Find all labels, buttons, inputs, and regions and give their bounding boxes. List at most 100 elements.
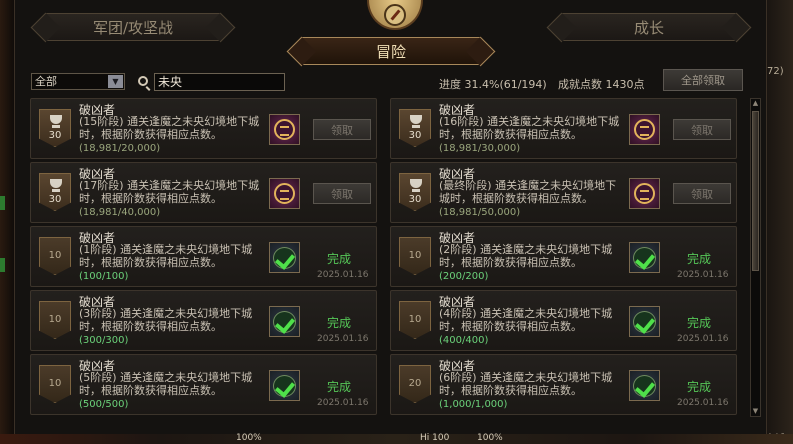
reward-emblem-icon [274, 119, 295, 140]
trophy-icon [50, 115, 62, 124]
achievement-description: (5阶段) 通关逢魔之未央幻境地下城时，根据阶数获得相应点数。 [79, 371, 253, 397]
complete-status: 完成 [687, 252, 712, 266]
list-scrollbar[interactable]: ▲ ▼ [750, 98, 761, 417]
reward-emblem-icon [634, 183, 655, 204]
game-bottom-bar: 100% 100% Hi 100 [0, 433, 793, 444]
achievement-card: 10 破凶者 (4阶段) 通关逢魔之未央幻境地下城时，根据阶数获得相应点数。 (400… [390, 290, 737, 351]
achievement-badge: 10 [39, 365, 71, 403]
trophy-base [412, 125, 420, 128]
search-input[interactable]: 未央 [154, 73, 285, 91]
achievement-badge: 30 [39, 173, 71, 211]
category-dropdown[interactable]: 全部 ▼ [31, 73, 125, 90]
category-dropdown-value: 全部 [35, 75, 57, 88]
claim-button[interactable]: 领取 [313, 183, 371, 204]
achievement-progress: (1,000/1,000) [439, 399, 508, 410]
badge-points: 10 [408, 314, 422, 325]
badge-points: 30 [408, 130, 422, 141]
right-game-edge: 72) 商城 [765, 0, 793, 444]
achievement-description: (17阶段) 通关逢魔之未央幻境地下城时，根据阶数获得相应点数。 [79, 179, 260, 205]
reward-emblem-icon [274, 183, 295, 204]
mp-percent: 100% [477, 433, 503, 443]
achievement-points: 成就点数 1430点 [558, 78, 645, 91]
complete-status: 完成 [687, 316, 712, 330]
badge-points: 30 [408, 194, 422, 205]
scroll-down-icon[interactable]: ▼ [751, 407, 760, 416]
badge-points: 30 [48, 130, 62, 141]
reward-emblem-icon [634, 119, 655, 140]
achievement-progress: (18,981/50,000) [439, 207, 521, 218]
compass-icon [384, 4, 406, 26]
completion-date: 2025.01.16 [677, 398, 729, 408]
achievement-description: (4阶段) 通关逢魔之未央幻境地下城时，根据阶数获得相应点数。 [439, 307, 613, 333]
complete-status: 完成 [327, 380, 352, 394]
tab-adventure[interactable]: 冒险 [301, 37, 481, 65]
reward-slot[interactable] [269, 306, 300, 337]
achievement-progress: (18,981/30,000) [439, 143, 521, 154]
reward-slot[interactable] [629, 370, 660, 401]
reward-slot[interactable] [629, 242, 660, 273]
completion-date: 2025.01.16 [317, 398, 369, 408]
completion-date: 2025.01.16 [677, 334, 729, 344]
complete-status: 完成 [327, 252, 352, 266]
claim-button[interactable]: 领取 [313, 119, 371, 140]
achievement-description: (15阶段) 通关逢魔之未央幻境地下城时，根据阶数获得相应点数。 [79, 115, 260, 141]
reward-slot[interactable] [269, 242, 300, 273]
achievement-card: 10 破凶者 (3阶段) 通关逢魔之未央幻境地下城时，根据阶数获得相应点数。 (300… [30, 290, 377, 351]
trophy-icon [50, 179, 62, 188]
achievement-badge: 20 [399, 365, 431, 403]
claim-button[interactable]: 领取 [673, 183, 731, 204]
achievement-description: (最终阶段) 通关逢魔之未央幻境地下城时，根据阶数获得相应点数。 [439, 179, 617, 205]
achievement-progress: (100/100) [79, 271, 129, 282]
compass-emblem [345, 0, 441, 34]
claim-button[interactable]: 领取 [673, 119, 731, 140]
scroll-up-icon[interactable]: ▲ [751, 99, 760, 108]
reward-slot[interactable] [629, 178, 660, 209]
claim-all-button[interactable]: 全部领取 [663, 69, 743, 91]
reward-slot[interactable] [269, 370, 300, 401]
search-icon [138, 76, 148, 86]
achievement-badge: 10 [399, 237, 431, 275]
reward-slot[interactable] [269, 178, 300, 209]
achievement-description: (2阶段) 通关逢魔之未央幻境地下城时，根据阶数获得相应点数。 [439, 243, 613, 269]
tab-growth[interactable]: 成长 [561, 13, 737, 41]
achievement-progress: (500/500) [79, 399, 129, 410]
right-edge-text: 72) [767, 66, 784, 77]
achievement-card: 10 破凶者 (2阶段) 通关逢魔之未央幻境地下城时，根据阶数获得相应点数。 (200… [390, 226, 737, 287]
complete-status: 完成 [327, 316, 352, 330]
badge-points: 30 [48, 194, 62, 205]
scrollbar-thumb[interactable] [752, 111, 759, 271]
achievement-card: 30 破凶者 (15阶段) 通关逢魔之未央幻境地下城时，根据阶数获得相应点数。 (18… [30, 98, 377, 159]
achievement-progress: (300/300) [79, 335, 129, 346]
achievement-window: 72) 商城 军团/攻坚战 成长 冒险 全部 ▼ 未央 进度 31.4%(61/… [0, 0, 793, 444]
trophy-icon [410, 115, 422, 124]
achievement-description: (6阶段) 通关逢魔之未央幻境地下城时，根据阶数获得相应点数。 [439, 371, 613, 397]
check-icon [633, 247, 656, 269]
badge-points: 10 [48, 250, 62, 261]
badge-points: 20 [408, 378, 422, 389]
left-game-edge [0, 0, 14, 444]
reward-slot[interactable] [629, 306, 660, 337]
achievement-card: 10 破凶者 (5阶段) 通关逢魔之未央幻境地下城时，根据阶数获得相应点数。 (500… [30, 354, 377, 415]
trophy-base [52, 125, 60, 128]
achievement-badge: 10 [399, 301, 431, 339]
reward-slot[interactable] [629, 114, 660, 145]
achievement-card: 10 破凶者 (1阶段) 通关逢魔之未央幻境地下城时，根据阶数获得相应点数。 (100… [30, 226, 377, 287]
trophy-base [52, 189, 60, 192]
bottom-status: Hi 100 [420, 433, 450, 443]
chevron-down-icon[interactable]: ▼ [108, 75, 123, 88]
left-edge-marker [0, 258, 5, 272]
achievement-card: 30 破凶者 (16阶段) 通关逢魔之未央幻境地下城时，根据阶数获得相应点数。 (18… [390, 98, 737, 159]
achievement-progress: (200/200) [439, 271, 489, 282]
achievement-description: (1阶段) 通关逢魔之未央幻境地下城时，根据阶数获得相应点数。 [79, 243, 253, 269]
reward-slot[interactable] [269, 114, 300, 145]
check-icon [273, 247, 296, 269]
left-edge-marker [0, 196, 5, 210]
completion-date: 2025.01.16 [317, 334, 369, 344]
tab-legion-siege[interactable]: 军团/攻坚战 [45, 13, 221, 41]
achievement-badge: 30 [399, 109, 431, 147]
achievement-card: 20 破凶者 (6阶段) 通关逢魔之未央幻境地下城时，根据阶数获得相应点数。 (1,0… [390, 354, 737, 415]
badge-points: 10 [48, 378, 62, 389]
completion-date: 2025.01.16 [317, 270, 369, 280]
hp-percent: 100% [236, 433, 262, 443]
achievement-badge: 30 [399, 173, 431, 211]
